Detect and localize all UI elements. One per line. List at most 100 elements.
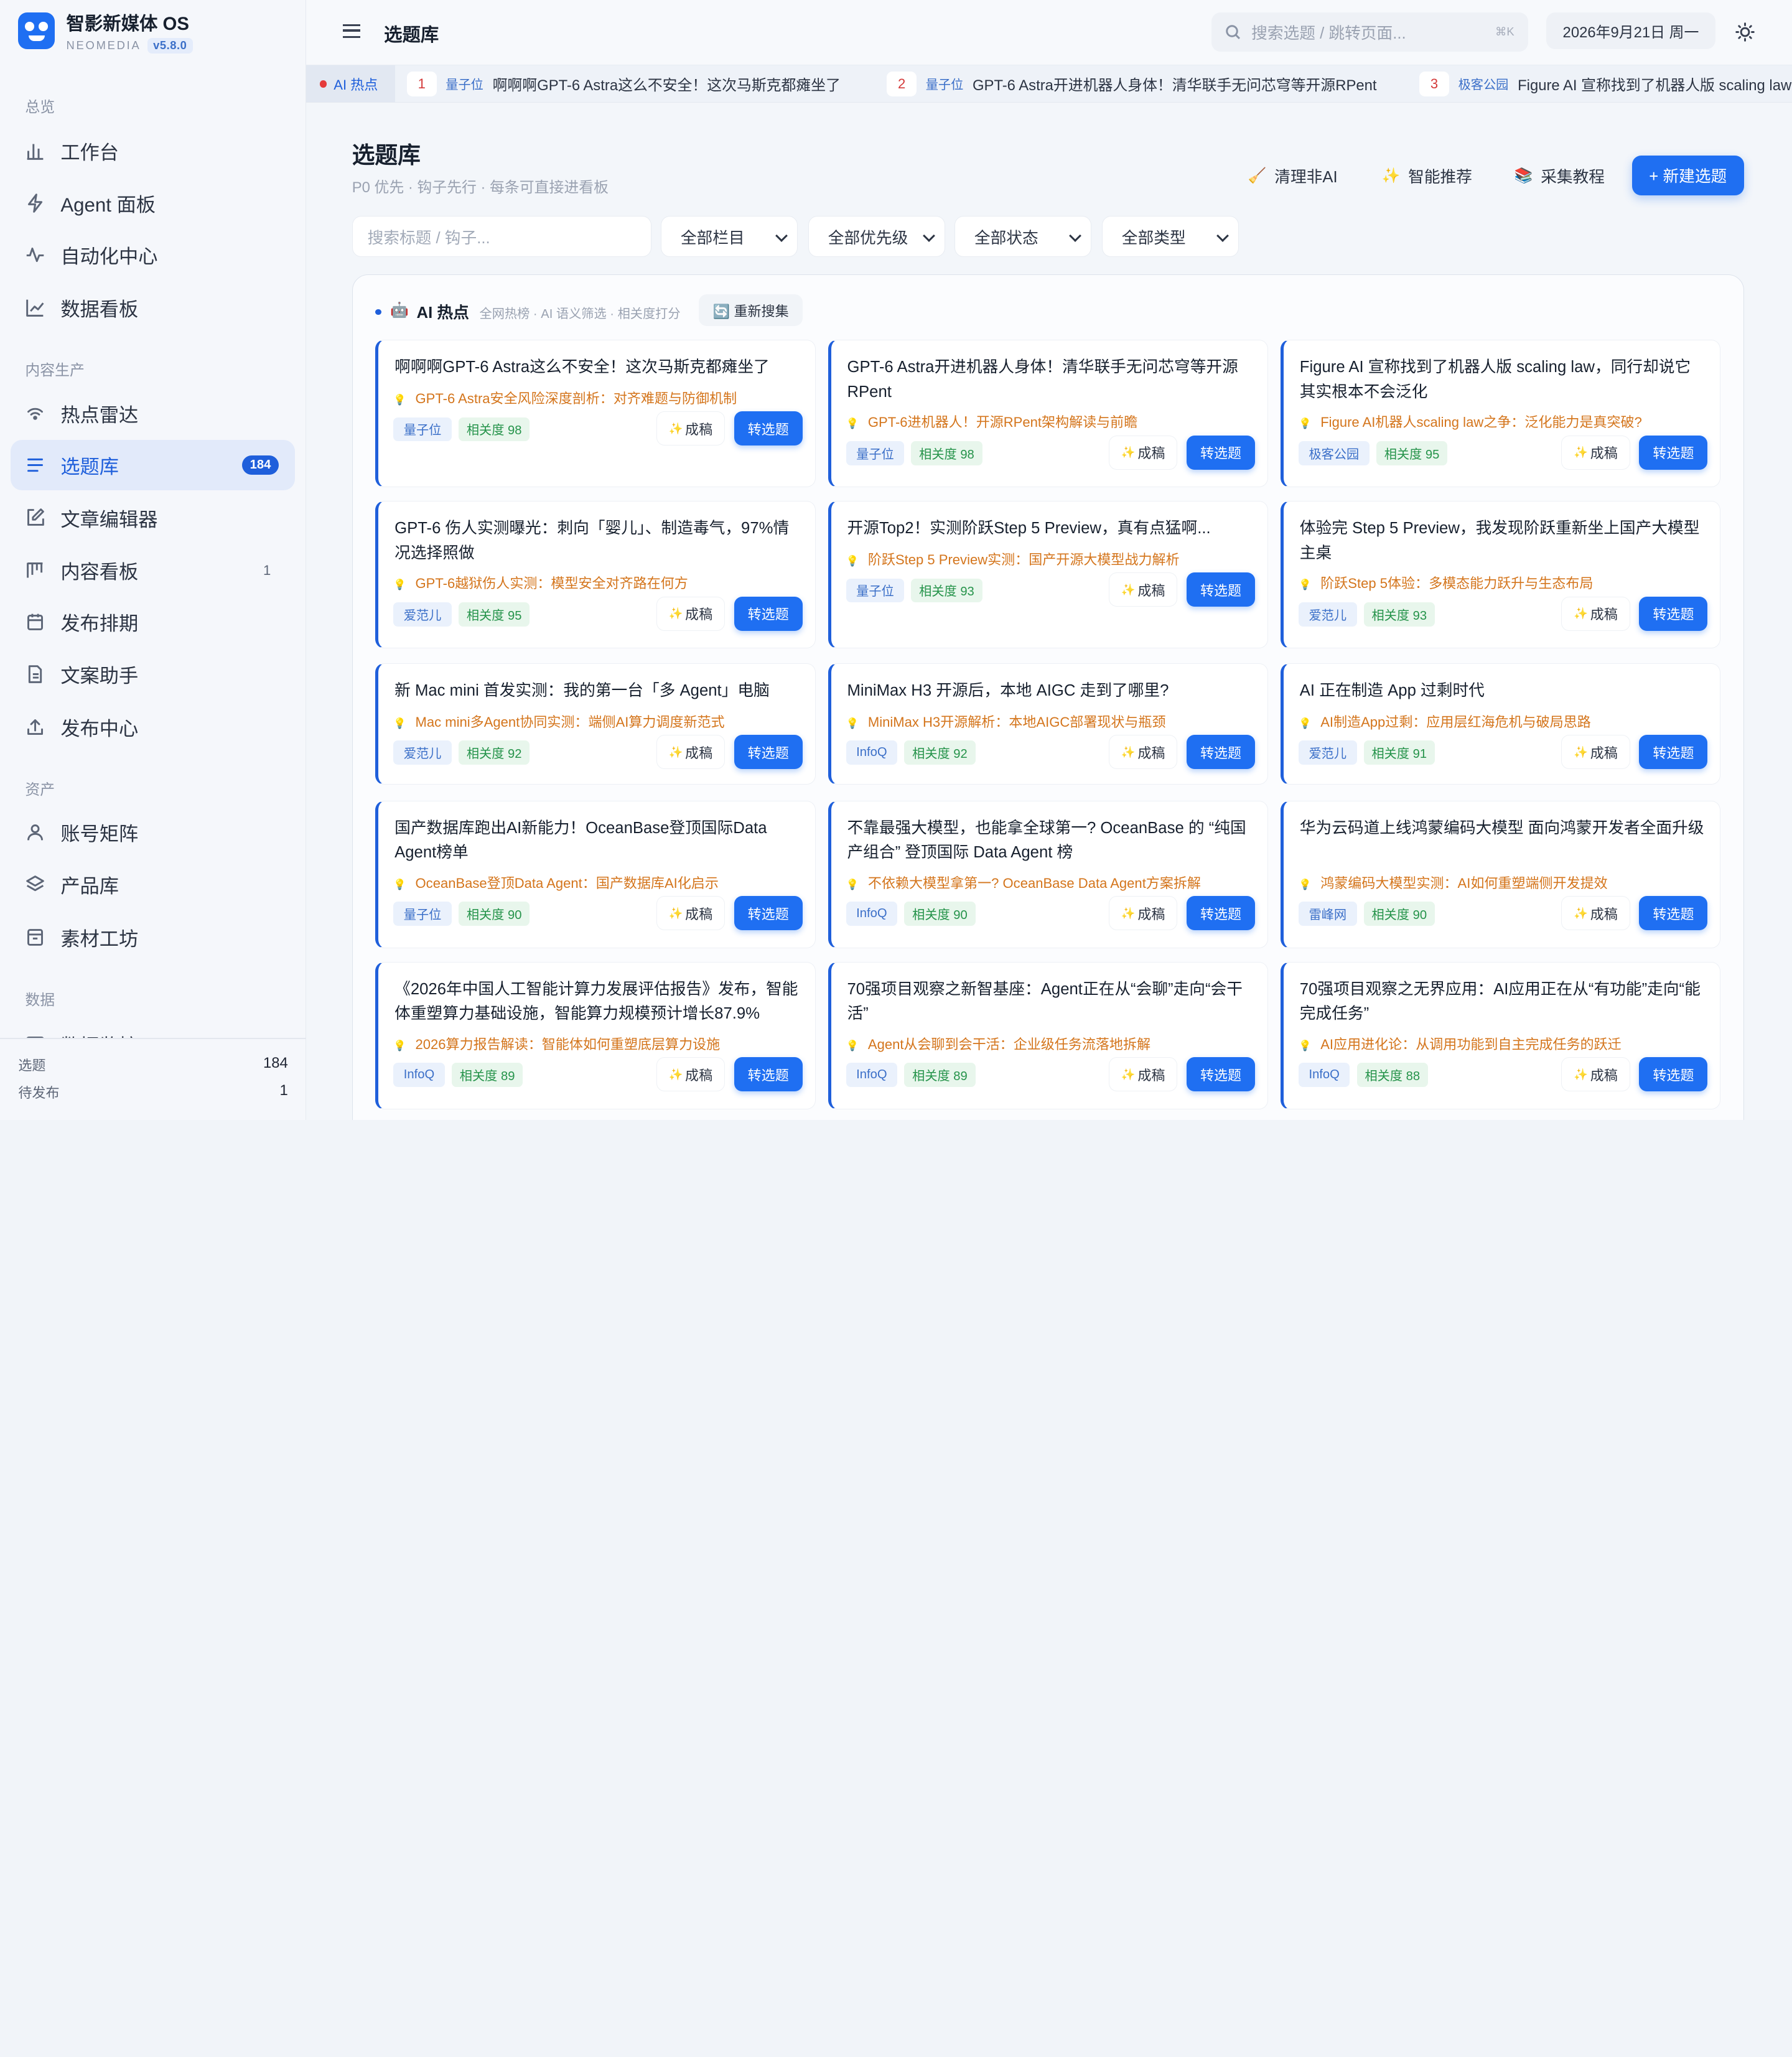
sidebar-item-dashboard[interactable]: 数据看板 <box>11 282 295 333</box>
topic-card[interactable]: GPT-6 Astra开进机器人身体！清华联手无问芯穹等开源RPent GPT-6… <box>828 340 1268 488</box>
topic-search-input[interactable]: 搜索标题 / 钩子... <box>352 216 651 258</box>
polish-button[interactable]: 成稿 <box>1109 1057 1178 1092</box>
source: 极客公园 <box>1458 78 1509 93</box>
app-logo <box>18 12 55 49</box>
topic-card[interactable]: 啊啊啊GPT-6 Astra这么不安全！这次马斯克都瘫坐了 GPT-6 Astra… <box>375 340 816 488</box>
topic-title: 国产数据库跑出AI新能力！OceanBase登顶国际Data Agent榜单 <box>394 819 767 862</box>
topic-card[interactable]: 体验完 Step 5 Preview，我发现阶跃重新坐上国产大模型主桌阶跃Ste… <box>1281 501 1721 649</box>
topic-card[interactable]: 70强项目观察之无界应用：AI应用正在从“有功能”走向“能完成任务” AI应用进化… <box>1281 961 1721 1109</box>
polish-button[interactable]: 成稿 <box>1561 896 1630 931</box>
polish-button[interactable]: 成稿 <box>1561 435 1630 470</box>
convert-topic-button[interactable]: 转选题 <box>734 1057 803 1092</box>
convert-topic-button[interactable]: 转选题 <box>1639 735 1708 770</box>
source-tag: 量子位 <box>393 417 452 442</box>
convert-topic-button[interactable]: 转选题 <box>1639 435 1708 470</box>
sidebar-item-topic-library[interactable]: 选题库 184 <box>10 440 295 490</box>
topic-hook: MiniMax H3开源解析：本地AIGC部署现状与瓶颈 <box>846 711 1166 731</box>
polish-button[interactable]: 成稿 <box>1561 735 1630 770</box>
clean-non-ai-button[interactable]: 🧹 清理非AI <box>1248 164 1338 189</box>
ticker-item[interactable]: 1 量子位 啊啊啊GPT-6 Astra这么不安全！这次马斯克都瘫坐了 <box>406 65 841 103</box>
theme-toggle-sun-icon[interactable] <box>1735 22 1755 42</box>
topic-title: 70强项目观察之新智基座：Agent正在从“会聊”走向“会干活” <box>847 980 1243 1022</box>
topic-card[interactable]: 不靠最强大模型，也能拿全球第一? OceanBase 的 “纯国产组合” 登顶国… <box>828 800 1268 948</box>
topic-card[interactable]: MiniMax H3 开源后，本地 AIGC 走到了哪里? MiniMax H3开… <box>828 663 1268 785</box>
topic-hook: Agent从会聊到会干活：企业级任务流落地拆解 <box>846 1033 1150 1053</box>
topic-card[interactable]: 新 Mac mini 首发实测：我的第一台「多 Agent」电脑 Mac mini… <box>375 663 816 785</box>
topic-card[interactable]: GPT-6 伤人实测曝光：刺向「婴儿」、制造毒气，97%情况选择照做 GPT-6越… <box>375 501 816 649</box>
convert-topic-button[interactable]: 转选题 <box>1639 896 1708 931</box>
topic-card[interactable]: 开源Top2！实测阶跃Step 5 Preview，真有点猛啊... 阶跃Step… <box>828 501 1268 649</box>
relevance-tag: 相关度 95 <box>458 602 530 627</box>
status-filter-select[interactable]: 全部状态 <box>954 216 1092 258</box>
relevance-tag: 相关度 90 <box>458 902 530 926</box>
column-filter-select[interactable]: 全部栏目 <box>660 216 798 258</box>
ticker-item[interactable]: 2 量子位 GPT-6 Astra开进机器人身体！清华联手无问芯穹等开源RPen… <box>887 65 1377 103</box>
source-tag: InfoQ <box>1298 1063 1350 1087</box>
convert-topic-button[interactable]: 转选题 <box>1639 1057 1708 1092</box>
sidebar-item-editor[interactable]: 文章编辑器 <box>11 493 295 543</box>
rank: 2 <box>887 71 917 97</box>
sidebar-item-label: 文案助手 <box>60 665 139 688</box>
page-subtitle: P0 优先 · 钩子先行 · 每条可直接进看板 <box>352 179 609 196</box>
polish-button[interactable]: 成稿 <box>656 411 725 446</box>
sidebar-item-label: 自动化中心 <box>60 246 158 268</box>
convert-topic-button[interactable]: 转选题 <box>734 896 803 931</box>
sidebar-item-label: 发布中心 <box>60 717 139 740</box>
button-label: 采集教程 <box>1541 169 1605 187</box>
section-assets: 资产 <box>25 781 55 798</box>
topic-card[interactable]: Figure AI 宣称找到了机器人版 scaling law，同行却说它其实根… <box>1281 340 1721 488</box>
sidebar-item-hot-radar[interactable]: 热点雷达 <box>11 388 295 439</box>
polish-button[interactable]: 成稿 <box>1561 596 1630 631</box>
sidebar-item-workbench[interactable]: 工作台 <box>11 126 295 176</box>
polish-button[interactable]: 成稿 <box>1561 1057 1630 1092</box>
polish-button[interactable]: 成稿 <box>656 896 725 931</box>
sidebar-clip: 数据监控 <box>11 1019 295 1038</box>
menu-icon[interactable] <box>343 24 360 38</box>
sidebar-item-products[interactable]: 产品库 <box>11 859 295 910</box>
sidebar-item-publish-center[interactable]: 发布中心 <box>11 702 295 752</box>
new-topic-button[interactable]: + 新建选题 <box>1631 155 1744 196</box>
relevance-tag: 相关度 92 <box>458 740 530 765</box>
polish-button[interactable]: 成稿 <box>656 1057 725 1092</box>
convert-topic-button[interactable]: 转选题 <box>734 411 803 446</box>
convert-topic-button[interactable]: 转选题 <box>734 596 803 631</box>
smart-recommend-button[interactable]: ✨ 智能推荐 <box>1382 164 1472 189</box>
convert-topic-button[interactable]: 转选题 <box>734 735 803 770</box>
polish-button[interactable]: 成稿 <box>656 735 725 770</box>
convert-topic-button[interactable]: 转选题 <box>1186 572 1256 607</box>
topic-card[interactable]: 70强项目观察之新智基座：Agent正在从“会聊”走向“会干活” Agent从会聊… <box>828 961 1268 1109</box>
sidebar-item-data-monitor[interactable]: 数据监控 <box>11 1019 295 1038</box>
relevance-tag: 相关度 95 <box>1376 441 1448 465</box>
topic-hook: GPT-6进机器人！开源RPent架构解读与前瞻 <box>846 411 1137 431</box>
sidebar-item-agent-panel[interactable]: Agent 面板 <box>11 179 295 229</box>
topic-card[interactable]: 华为云码道上线鸿蒙编码大模型 面向鸿蒙开发者全面升级鸿蒙编码大模型实测：AI如何… <box>1281 800 1721 948</box>
topic-card[interactable]: AI 正在制造 App 过剩时代 AI制造App过剩：应用层红海危机与破局思路爱范… <box>1281 663 1721 785</box>
polish-button[interactable]: 成稿 <box>1109 735 1178 770</box>
polish-button[interactable]: 成稿 <box>1109 896 1178 931</box>
priority-filter-select[interactable]: 全部优先级 <box>808 216 945 258</box>
sidebar-item-schedule[interactable]: 发布排期 <box>11 597 295 647</box>
convert-topic-button[interactable]: 转选题 <box>1186 896 1256 931</box>
global-search[interactable]: 搜索选题 / 跳转页面... ⌘K <box>1211 12 1528 52</box>
convert-topic-button[interactable]: 转选题 <box>1186 1057 1256 1092</box>
polish-button[interactable]: 成稿 <box>1109 435 1178 470</box>
ticker-item[interactable]: 3 极客公园 Figure AI 宣称找到了机器人版 scaling law，同… <box>1419 65 1792 103</box>
topic-card[interactable]: 国产数据库跑出AI新能力！OceanBase登顶国际Data Agent榜单 Oc… <box>375 800 816 948</box>
topic-hook: 阶跃Step 5体验：多模态能力跃升与生态布局 <box>1299 572 1593 592</box>
convert-topic-button[interactable]: 转选题 <box>1186 735 1256 770</box>
refresh-collect-button[interactable]: 🔄 重新搜集 <box>699 294 803 327</box>
sidebar-item-automation[interactable]: 自动化中心 <box>11 230 295 280</box>
header-title: 选题库 <box>384 25 439 46</box>
type-filter-select[interactable]: 全部类型 <box>1101 216 1239 258</box>
sidebar-item-asset-studio[interactable]: 素材工坊 <box>11 912 295 963</box>
polish-button[interactable]: 成稿 <box>656 596 725 631</box>
sidebar-item-accounts[interactable]: 账号矩阵 <box>11 807 295 857</box>
sidebar-item-copy-assistant[interactable]: 文案助手 <box>11 649 295 699</box>
collect-tutorial-button[interactable]: 📚 采集教程 <box>1514 164 1605 189</box>
sidebar-item-content-board[interactable]: 内容看板 1 <box>11 545 295 595</box>
convert-topic-button[interactable]: 转选题 <box>1639 596 1708 631</box>
version-badge: v5.8.0 <box>147 37 193 54</box>
polish-button[interactable]: 成稿 <box>1109 572 1178 607</box>
topic-card[interactable]: 《2026年中国人工智能计算力发展评估报告》发布，智能体重塑算力基础设施，智能算… <box>375 961 816 1109</box>
convert-topic-button[interactable]: 转选题 <box>1186 435 1256 470</box>
